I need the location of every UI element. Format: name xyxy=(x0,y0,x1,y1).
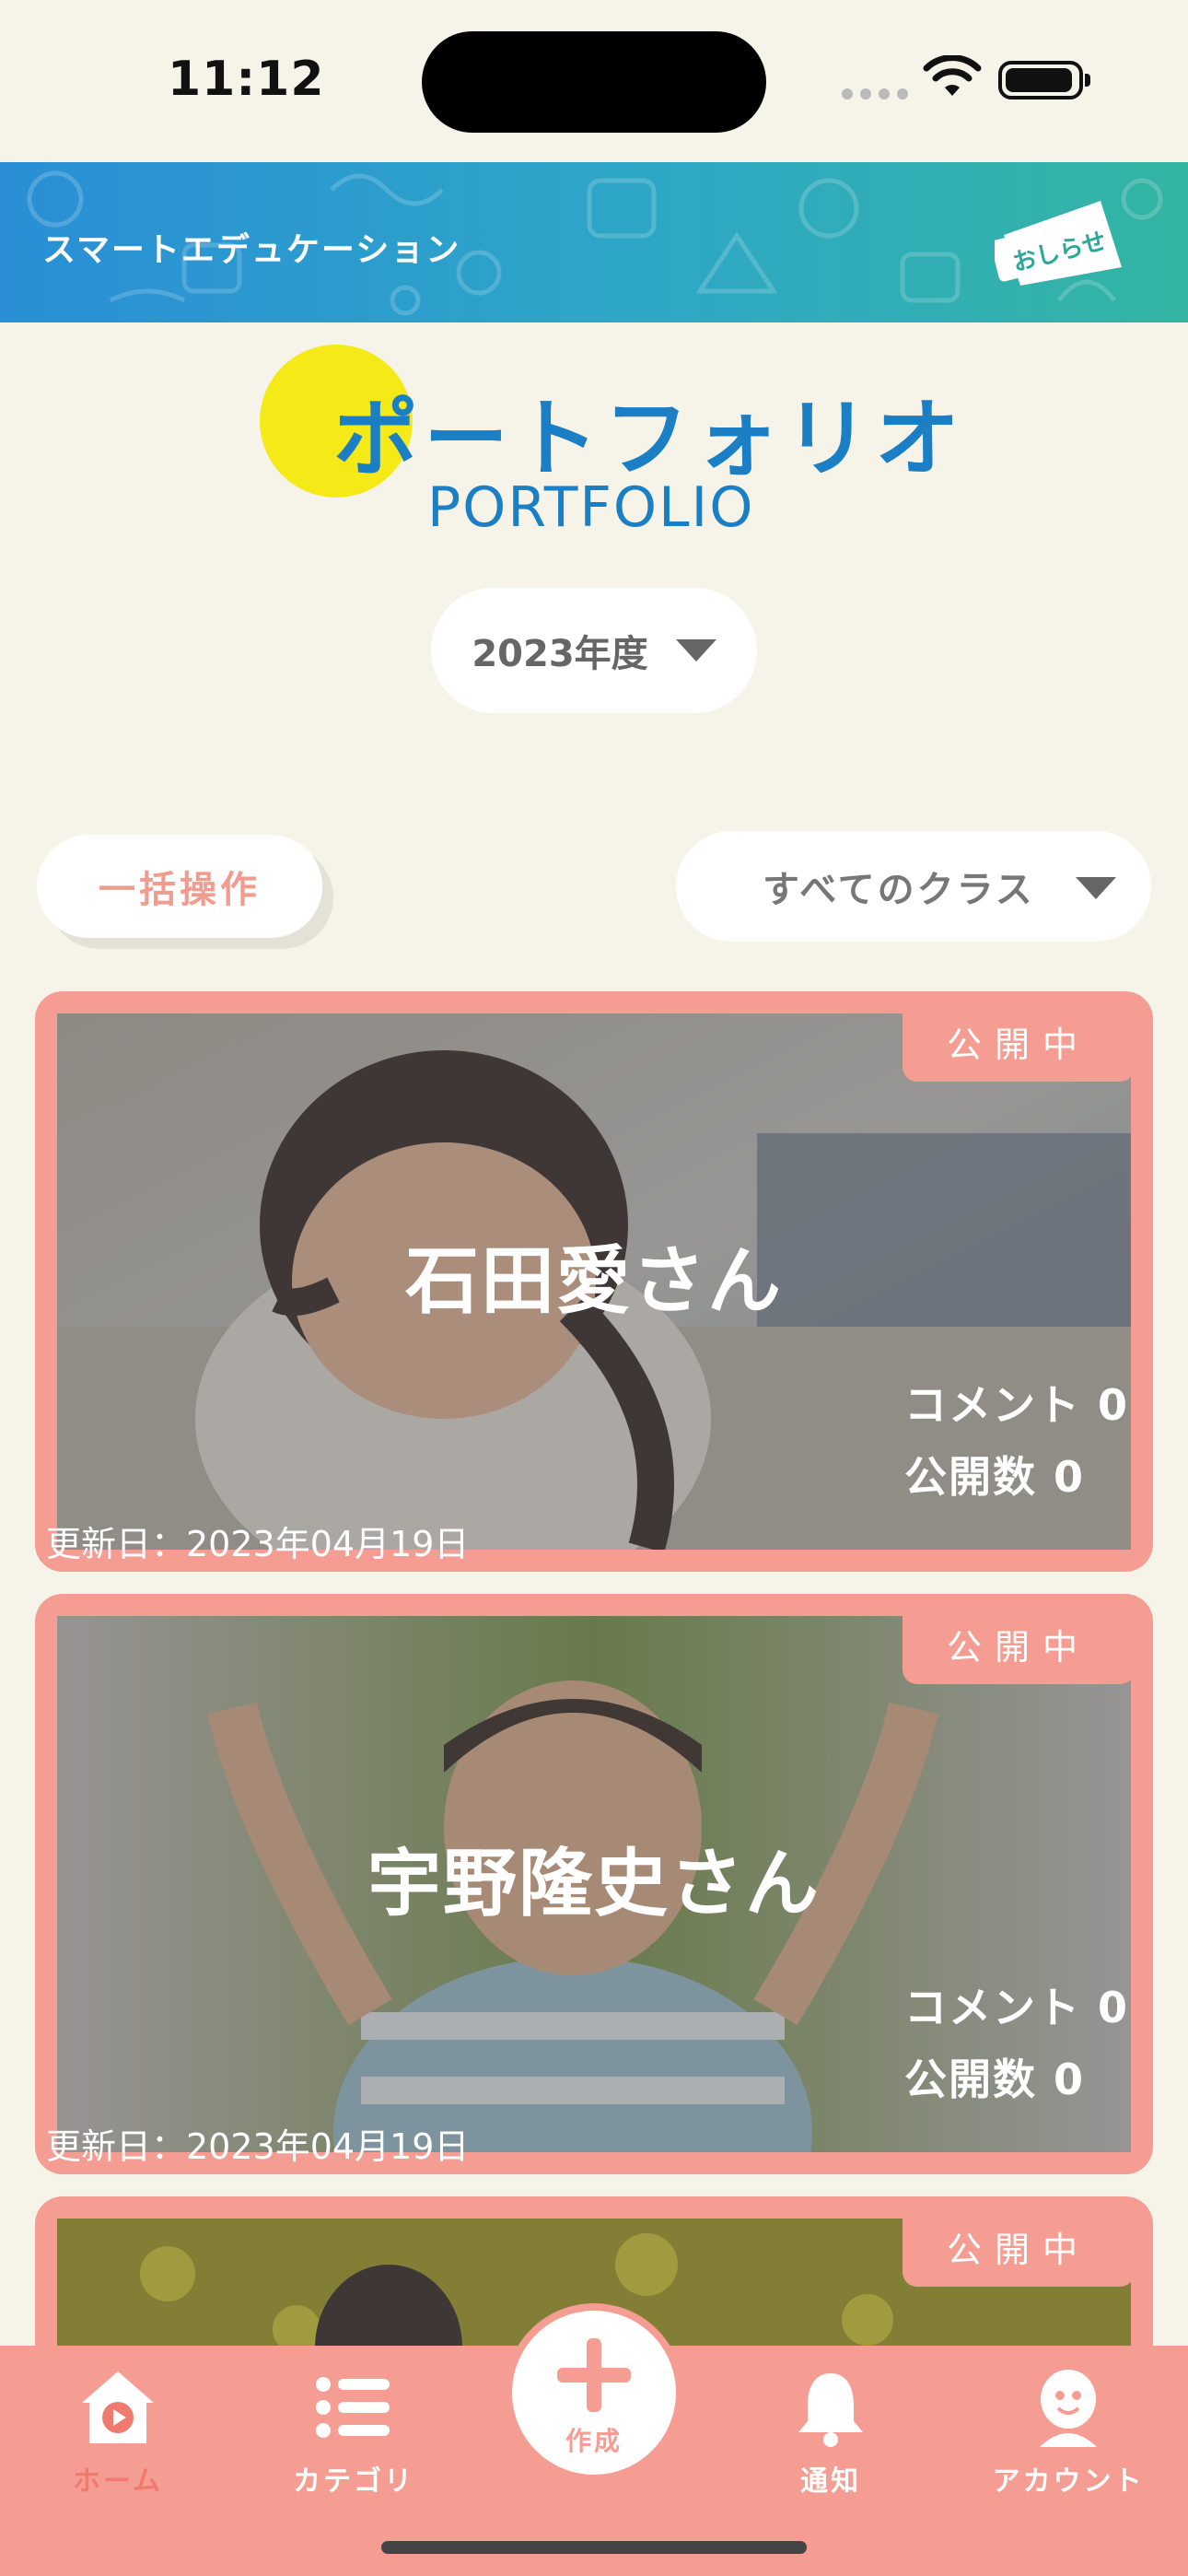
comment-count: コメント 0 xyxy=(903,1380,1129,1430)
tab-account[interactable]: アカウント xyxy=(976,2346,1160,2530)
home-indicator xyxy=(381,2541,807,2554)
app-header: スマートエデュケーション おしらせ xyxy=(0,162,1188,322)
class-filter-select[interactable]: すべてのクラス xyxy=(676,831,1151,942)
list-icon xyxy=(316,2377,390,2438)
tab-account-label: アカウント xyxy=(992,2465,1145,2498)
bell-icon xyxy=(798,2373,863,2447)
student-name: 宇野隆史さん xyxy=(367,1841,821,1926)
year-select[interactable]: 2023年度 xyxy=(431,588,757,713)
home-icon xyxy=(82,2371,154,2443)
published-count: 公開数 0 xyxy=(903,2055,1085,2104)
logo-en: PORTFOLIO xyxy=(427,475,755,540)
tab-home[interactable]: ホーム xyxy=(26,2346,210,2530)
class-filter-value: すべてのクラス xyxy=(763,869,1035,911)
tab-category-label: カテゴリ xyxy=(293,2465,414,2498)
status-badge: 公開中 xyxy=(903,1001,1135,1082)
student-name: 石田愛さん xyxy=(405,1238,783,1324)
tab-notifications-label: 通知 xyxy=(800,2465,861,2498)
account-icon xyxy=(1040,2370,1097,2447)
bulk-operation-label: 一括操作 xyxy=(99,869,261,911)
tab-category[interactable]: カテゴリ xyxy=(262,2346,446,2530)
status-badge: 公開中 xyxy=(903,1603,1135,1684)
create-button[interactable]: 作成 xyxy=(505,2303,683,2482)
megaphone-icon[interactable]: おしらせ xyxy=(995,193,1133,295)
battery-icon xyxy=(998,61,1090,100)
wifi-icon xyxy=(923,55,982,96)
dropdown-caret-icon xyxy=(1076,877,1116,899)
dynamic-island xyxy=(422,31,766,133)
dropdown-caret-icon xyxy=(675,639,716,662)
portfolio-logo: ポートフォリオ PORTFOLIO xyxy=(260,343,960,545)
status-time: 11:12 xyxy=(168,52,325,107)
portfolio-card[interactable]: 公開中 石田愛さん コメント 0 公開数 0 更新日：2023年04月19日 xyxy=(35,991,1153,1572)
cellular-signal-icon xyxy=(842,88,908,100)
tab-home-label: ホーム xyxy=(72,2465,164,2498)
header-title: スマートエデュケーション xyxy=(42,231,461,269)
status-badge: 公開中 xyxy=(903,2206,1135,2287)
tab-notifications[interactable]: 通知 xyxy=(739,2346,923,2530)
portfolio-card[interactable]: 公開中 宇野隆史さん コメント 0 公開数 0 更新日：2023年04月19日 xyxy=(35,1594,1153,2174)
updated-date: 更新日：2023年04月19日 xyxy=(46,2126,470,2167)
year-select-value: 2023年度 xyxy=(472,633,648,675)
published-count: 公開数 0 xyxy=(903,1452,1085,1502)
plus-icon xyxy=(557,2338,631,2412)
card-stats: コメント 0 公開数 0 xyxy=(904,1369,1129,1513)
card-stats: コメント 0 公開数 0 xyxy=(904,1972,1129,2115)
create-label: 作成 xyxy=(565,2426,623,2456)
status-bar: 11:12 xyxy=(0,0,1188,162)
bulk-operation-button[interactable]: 一括操作 xyxy=(37,835,322,938)
updated-date: 更新日：2023年04月19日 xyxy=(46,1524,470,1564)
comment-count: コメント 0 xyxy=(903,1983,1129,2032)
